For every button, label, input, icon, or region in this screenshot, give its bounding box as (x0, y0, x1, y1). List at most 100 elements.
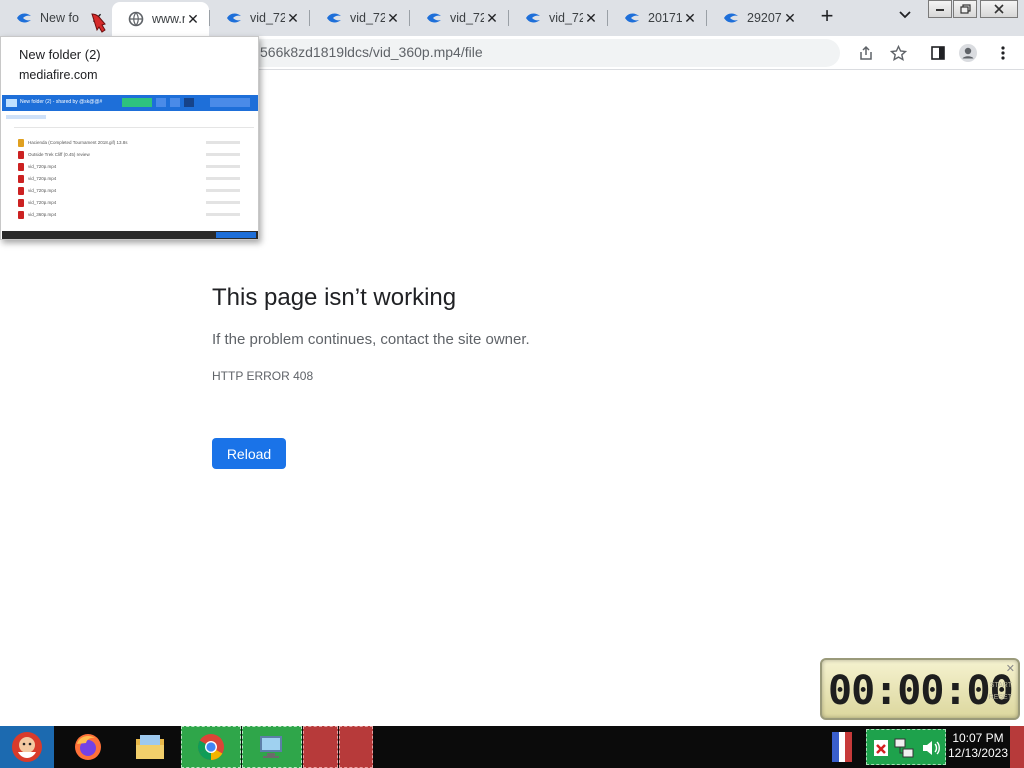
close-icon[interactable]: ✕ (583, 10, 599, 26)
close-icon[interactable]: ✕ (385, 10, 401, 26)
start-icon (12, 732, 42, 762)
mediafire-icon (525, 10, 541, 26)
thumbnail-row-date (206, 177, 240, 180)
mediafire-icon (226, 10, 242, 26)
clock-time: 10:07 PM (952, 731, 1004, 745)
file-icon (18, 211, 24, 219)
tab-search-chevron-icon[interactable] (896, 8, 914, 26)
volume-icon[interactable] (921, 739, 941, 757)
mediafire-icon (426, 10, 442, 26)
error-message: If the problem continues, contact the si… (212, 331, 530, 348)
hover-card-domain: mediafire.com (19, 68, 98, 82)
new-tab-button[interactable]: + (816, 5, 838, 28)
thumbnail-row-name: vid_720p.mp4 (28, 176, 57, 181)
clock-date: 12/13/2023 (947, 746, 1009, 760)
tab-title: vid_72 (250, 11, 285, 25)
thumbnail-row: vid_720p.mp4 (18, 175, 248, 183)
taskbar (0, 726, 1024, 768)
share-icon[interactable] (856, 43, 876, 63)
menu-kebab-icon[interactable] (993, 43, 1013, 63)
tab-strip: New fo ✕ www.n ✕ vid_72 ✕ vid_72 ✕ vid_7… (0, 0, 1024, 36)
mediafire-icon (326, 10, 342, 26)
tab-6[interactable]: 20171 ✕ (608, 4, 706, 32)
hover-card-thumbnail: New folder (2) - shared by @sk@@# Hacien… (2, 95, 258, 239)
network-computer-icon (260, 736, 282, 758)
error-code: HTTP ERROR 408 (212, 369, 314, 383)
taskbar-window-button[interactable] (339, 726, 373, 768)
hover-card-title: New folder (2) (19, 47, 101, 62)
stopwatch-widget[interactable]: 00:00:00 ✕ START RESET (820, 658, 1020, 720)
folder-icon (6, 99, 17, 107)
firefox-taskbar-button[interactable] (68, 726, 108, 768)
file-manager-icon (136, 735, 164, 759)
tab-title: 29207 (747, 11, 782, 25)
close-icon[interactable]: ✕ (185, 11, 201, 27)
close-icon[interactable]: ✕ (484, 10, 500, 26)
thumbnail-row-name: Hacienda (Completed Tournament 2018.gif)… (28, 140, 128, 145)
profile-avatar-icon[interactable] (958, 43, 978, 63)
tab-4[interactable]: vid_72 ✕ (410, 4, 508, 32)
file-icon (18, 175, 24, 183)
start-button[interactable] (0, 726, 54, 768)
chrome-taskbar-button[interactable] (181, 726, 241, 768)
close-icon[interactable]: ✕ (782, 10, 798, 26)
error-title: This page isn’t working (212, 284, 457, 311)
firefox-icon (75, 734, 101, 760)
tab-5[interactable]: vid_72 ✕ (509, 4, 607, 32)
restore-button[interactable] (953, 0, 977, 18)
close-icon[interactable]: ✕ (1006, 662, 1015, 675)
mediafire-icon (723, 10, 739, 26)
tab-title: vid_72 (450, 11, 484, 25)
file-icon (18, 139, 24, 147)
thumbnail-row-date (206, 141, 240, 144)
minimize-button[interactable] (928, 0, 952, 18)
taskbar-window-button[interactable] (303, 726, 338, 768)
thumbnail-divider (14, 127, 254, 128)
thumbnail-row-date (206, 213, 240, 216)
tab-title: www.n (152, 12, 185, 26)
tab-title: New fo (40, 11, 79, 25)
language-flag-icon[interactable] (832, 726, 852, 768)
close-icon[interactable]: ✕ (682, 10, 698, 26)
thumbnail-user-button (170, 98, 180, 107)
network-computer-taskbar-button[interactable] (242, 726, 302, 768)
tab-2[interactable]: vid_72 ✕ (210, 4, 309, 32)
chrome-icon (197, 734, 224, 761)
close-window-button[interactable] (980, 0, 1018, 18)
thumbnail-row: Outside Trek Cliff (0.45) review (18, 151, 248, 159)
file-manager-taskbar-button[interactable] (130, 726, 170, 768)
thumbnail-row: vid_720p.mp4 (18, 187, 248, 195)
thumbnail-banner-button (216, 232, 256, 238)
thumbnail-row-name: vid_720p.mp4 (28, 200, 57, 205)
thumbnail-row: Hacienda (Completed Tournament 2018.gif)… (18, 139, 248, 147)
tab-7[interactable]: 29207 ✕ (707, 4, 806, 32)
file-icon (18, 187, 24, 195)
network-icon[interactable] (893, 737, 915, 759)
url-text[interactable]: 566k8zd1819ldcs/vid_360p.mp4/file (260, 44, 483, 60)
tab-3[interactable]: vid_72 ✕ (310, 4, 409, 32)
timer-reset-label[interactable]: RESET (989, 694, 1012, 701)
thumbnail-cookie-banner (2, 231, 258, 239)
tab-title: vid_72 (350, 11, 385, 25)
close-icon[interactable]: ✕ (285, 10, 301, 26)
antivirus-warning-icon[interactable] (873, 739, 889, 757)
side-panel-icon[interactable] (928, 43, 948, 63)
thumbnail-row-date (206, 189, 240, 192)
system-tray (866, 729, 946, 765)
taskbar-clock[interactable]: 10:07 PM 12/13/2023 (946, 731, 1010, 761)
timer-start-label[interactable]: START (990, 682, 1012, 689)
thumbnail-row-name: vid_720p.mp4 (28, 164, 57, 169)
thumbnail-row-name: vid_720p.mp4 (28, 188, 57, 193)
timer-display: 00:00:00 (828, 668, 1014, 714)
show-desktop-button[interactable] (1010, 726, 1024, 768)
reload-button[interactable]: Reload (212, 438, 286, 469)
thumbnail-social-buttons (210, 98, 250, 107)
tab-hover-card: New folder (2) mediafire.com New folder … (0, 36, 259, 240)
bookmark-star-icon[interactable] (888, 43, 908, 63)
thumbnail-share-button (156, 98, 166, 107)
file-icon (18, 151, 24, 159)
mediafire-icon (624, 10, 640, 26)
tab-1-active[interactable]: www.n ✕ (112, 2, 209, 36)
thumbnail-download-button (122, 98, 152, 107)
mouse-pointer-icon (91, 13, 106, 33)
